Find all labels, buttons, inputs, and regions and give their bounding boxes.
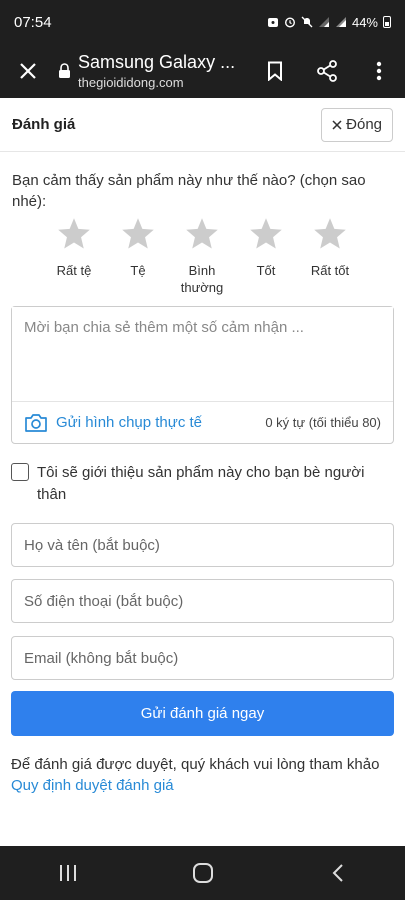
home-button[interactable] — [163, 846, 243, 900]
mute-icon — [301, 16, 313, 28]
close-icon — [20, 63, 36, 79]
bookmark-icon — [268, 61, 282, 81]
system-nav-bar — [0, 846, 405, 900]
close-label: Đóng — [346, 116, 382, 133]
star-option-1[interactable]: Rất tệ — [42, 216, 106, 296]
more-vertical-icon — [376, 61, 382, 81]
back-chevron-icon — [332, 864, 343, 882]
star-icon — [58, 218, 90, 249]
star-option-2[interactable]: Tệ — [106, 216, 170, 296]
close-icon — [332, 119, 342, 130]
camera-icon — [25, 413, 47, 432]
recent-apps-button[interactable] — [28, 846, 108, 900]
upload-photo-label: Gửi hình chụp thực tế — [56, 414, 202, 431]
upload-photo-button[interactable]: Gửi hình chụp thực tế — [24, 413, 202, 433]
name-input[interactable] — [11, 523, 394, 567]
refer-checkbox[interactable] — [11, 463, 29, 481]
close-tab-button[interactable] — [0, 44, 56, 98]
star-label: Tệ — [130, 263, 146, 278]
email-input[interactable] — [11, 636, 394, 680]
star-label: Rất tốt — [310, 263, 350, 278]
review-footer: Gửi hình chụp thực tế 0 ký tự (tối thiểu… — [12, 401, 393, 443]
home-icon — [192, 863, 213, 883]
rating-question: Bạn cảm thấy sản phẩm này như thế nào? (… — [12, 172, 366, 210]
alarm-icon — [284, 17, 295, 28]
refer-checkbox-row[interactable]: Tôi sẽ giới thiệu sản phẩm này cho bạn b… — [11, 462, 396, 506]
status-time: 07:54 — [14, 13, 52, 31]
star-icon — [250, 218, 282, 249]
star-label: Bình thường — [180, 263, 224, 295]
back-button[interactable] — [298, 846, 378, 900]
browser-toolbar: Samsung Galaxy ... thegioididong.com — [0, 44, 405, 98]
submit-review-button[interactable]: Gửi đánh giá ngay — [11, 691, 394, 736]
star-label: Tốt — [256, 263, 276, 278]
phone-input[interactable] — [11, 579, 394, 623]
approval-note-text: Để đánh giá được duyệt, quý khách vui lò… — [11, 756, 380, 773]
close-review-button[interactable]: Đóng — [321, 107, 393, 142]
page-title: Đánh giá — [12, 116, 76, 133]
star-icon — [122, 218, 154, 249]
address-bar[interactable]: Samsung Galaxy ... thegioididong.com — [78, 52, 249, 90]
recent-apps-icon — [59, 865, 76, 881]
battery-icon — [383, 16, 391, 28]
share-button[interactable] — [301, 44, 353, 98]
star-label: Rất tệ — [56, 263, 92, 278]
review-panel: Đánh giá Đóng Bạn cảm thấy sản phẩm này … — [0, 98, 405, 846]
star-icon — [314, 218, 346, 249]
lock-icon — [56, 44, 72, 98]
review-header: Đánh giá Đóng — [0, 98, 405, 152]
review-box: Gửi hình chụp thực tế 0 ký tự (tối thiểu… — [11, 306, 394, 444]
more-options-button[interactable] — [353, 44, 405, 98]
star-icon — [186, 218, 218, 249]
page-url: thegioididong.com — [78, 75, 184, 90]
star-rating: Rất tệ Tệ Bình thường Tốt Rất tốt — [42, 216, 362, 296]
share-icon — [317, 60, 337, 82]
star-option-3[interactable]: Bình thường — [170, 216, 234, 296]
page-tab-title: Samsung Galaxy ... — [78, 52, 236, 72]
status-bar: 07:54 44% — [0, 0, 405, 44]
char-count: 0 ký tự (tối thiểu 80) — [265, 415, 381, 430]
star-option-5[interactable]: Rất tốt — [298, 216, 362, 296]
star-option-4[interactable]: Tốt — [234, 216, 298, 296]
lock-screen-icon — [267, 18, 278, 27]
status-icons: 44% — [267, 15, 391, 30]
signal-4g-icon — [335, 17, 346, 27]
signal-icon — [318, 17, 329, 27]
bookmark-button[interactable] — [249, 44, 301, 98]
approval-policy-link[interactable]: Quy định duyệt đánh giá — [11, 777, 174, 794]
review-textarea[interactable] — [12, 307, 393, 401]
refer-label: Tôi sẽ giới thiệu sản phẩm này cho bạn b… — [37, 464, 365, 503]
approval-note: Để đánh giá được duyệt, quý khách vui lò… — [11, 754, 396, 796]
battery-percent: 44% — [351, 14, 378, 30]
